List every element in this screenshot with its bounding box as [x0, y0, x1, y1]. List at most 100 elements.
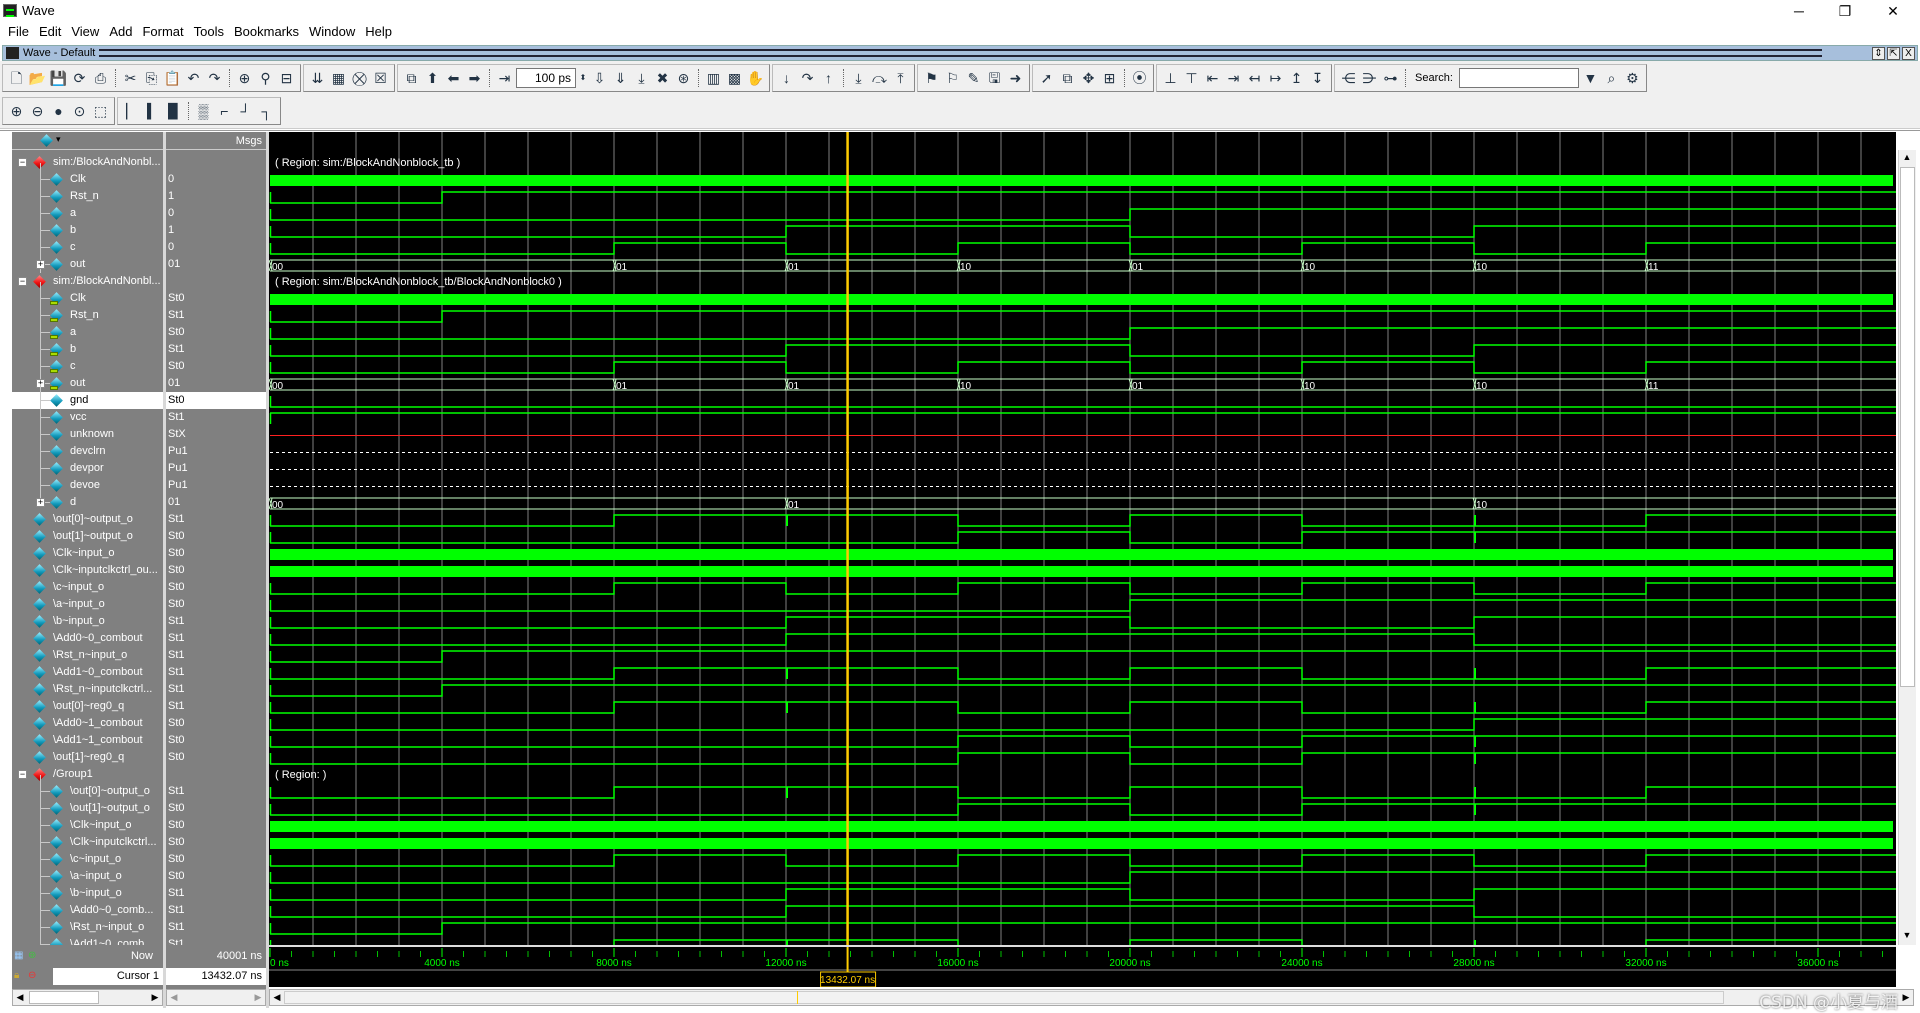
copy-icon[interactable]: ⎘: [142, 68, 161, 88]
pane-title-bar[interactable]: Wave - Default ⇕ ⇱ X: [2, 45, 1918, 61]
search-dropdown-icon[interactable]: ▼: [1581, 68, 1600, 88]
edge-yellow-icon[interactable]: ┐: [257, 101, 276, 121]
expand-net-icon[interactable]: ⊶: [1381, 68, 1400, 88]
run-length-icon[interactable]: ⇥: [495, 68, 514, 88]
signal-row[interactable]: devpor: [12, 452, 163, 477]
signal-row[interactable]: \out[0]~output_o: [12, 511, 163, 528]
collapse-icon[interactable]: ⊟: [277, 68, 296, 88]
signal-row[interactable]: Clk: [12, 163, 163, 188]
pane-undock-button[interactable]: ⇱: [1887, 46, 1900, 60]
expand-right-icon[interactable]: ⋺: [1360, 68, 1379, 88]
save-icon[interactable]: 💾: [49, 68, 68, 88]
run-icon[interactable]: ⇩: [590, 68, 609, 88]
signal-row[interactable]: unknown: [12, 418, 163, 443]
signal-row[interactable]: \Clk~inputclkctrl_ou...: [12, 562, 163, 579]
scroll-left-icon[interactable]: ◀: [270, 990, 284, 1005]
signal-row[interactable]: Rst_n: [12, 180, 163, 205]
next-falling-icon[interactable]: ↦: [1266, 68, 1285, 88]
signal-row[interactable]: \Add0~1_combout: [12, 715, 163, 732]
signal-row[interactable]: \out[1]~output_o: [12, 528, 163, 545]
prev-falling-icon[interactable]: ↤: [1245, 68, 1264, 88]
scroll-right-icon[interactable]: ▶: [251, 990, 265, 1005]
next-rising-icon[interactable]: ↧: [1308, 68, 1327, 88]
signal-row[interactable]: b: [12, 333, 163, 358]
select-pointer-icon[interactable]: ➚: [1037, 68, 1056, 88]
forward-icon[interactable]: ➡: [465, 68, 484, 88]
signal-row[interactable]: + out: [12, 248, 163, 273]
traffic-light-icon[interactable]: ⦿: [1130, 68, 1149, 88]
undo-icon[interactable]: ↶: [184, 68, 203, 88]
lock-icon[interactable]: 🔒︎: [14, 970, 19, 981]
continue-icon[interactable]: ⇓: [611, 68, 630, 88]
find-icon[interactable]: ⚲: [256, 68, 275, 88]
wave-palette-icon[interactable]: [40, 134, 53, 147]
signal-row[interactable]: \c~input_o: [12, 579, 163, 596]
search-input[interactable]: [1458, 68, 1579, 88]
signal-row[interactable]: Clk: [12, 282, 163, 307]
time-ruler[interactable]: 0 ns 4000 ns 8000 ns 12000 ns 16000 ns 20000 …: [269, 945, 1896, 987]
signal-row[interactable]: \out[1]~reg0_q: [12, 749, 163, 766]
signal-row[interactable]: devoe: [12, 469, 163, 494]
zoom-cursor-icon[interactable]: ⊙: [70, 101, 89, 121]
vertical-scrollbar[interactable]: ▲ ▼: [1898, 150, 1916, 945]
edge-dashed-icon[interactable]: ┘: [236, 101, 255, 121]
edit-mode-icon[interactable]: ⊞: [1100, 68, 1119, 88]
hand-icon[interactable]: ✋: [746, 68, 765, 88]
remove-cursor-icon[interactable]: ⊖: [28, 970, 36, 981]
collapse-icon[interactable]: −: [18, 277, 27, 286]
signal-row[interactable]: \b~input_o: [12, 613, 163, 630]
collapse-icon[interactable]: −: [18, 158, 27, 167]
open-folder-icon[interactable]: 📂: [28, 68, 47, 88]
run-length-spinner[interactable]: ⬍: [578, 68, 588, 88]
prev-rising-icon[interactable]: ↥: [1287, 68, 1306, 88]
signal-row[interactable]: c: [12, 231, 163, 256]
bookmark-goto-icon[interactable]: ➜: [1006, 68, 1025, 88]
reload-icon[interactable]: ⟳: [70, 68, 89, 88]
edge-rising-icon[interactable]: ⌐: [215, 101, 234, 121]
bookmark-edit-icon[interactable]: ✎: [964, 68, 983, 88]
zoom-area-icon[interactable]: ⬚: [91, 101, 110, 121]
scroll-left-icon[interactable]: ◀: [13, 990, 27, 1005]
signal-row[interactable]: \a~input_o: [12, 860, 163, 885]
menu-edit[interactable]: Edit: [35, 22, 67, 42]
paste-icon[interactable]: 📋: [163, 68, 182, 88]
names-hscroll[interactable]: ◀ ▶: [12, 989, 163, 1006]
cut-icon[interactable]: ✂: [121, 68, 140, 88]
group-row[interactable]: − /Group1: [12, 766, 163, 783]
signal-row[interactable]: b: [12, 214, 163, 239]
signal-row[interactable]: \out[0]~output_o: [12, 775, 163, 800]
signal-row[interactable]: + out: [12, 367, 163, 392]
bookmark-save-icon[interactable]: 🖫: [985, 68, 1004, 88]
signal-row[interactable]: \out[0]~reg0_q: [12, 698, 163, 715]
signal-row[interactable]: vcc: [12, 401, 163, 426]
cursor-name[interactable]: Cursor 1: [53, 968, 163, 985]
close-button[interactable]: ✕: [1870, 0, 1916, 22]
menu-view[interactable]: View: [67, 22, 105, 42]
up-icon[interactable]: ⬆: [423, 68, 442, 88]
chevron-down-icon[interactable]: ▾: [56, 134, 61, 145]
search-binoculars-icon[interactable]: ⌕: [1602, 68, 1621, 88]
simulate-icon[interactable]: ▦: [329, 68, 348, 88]
bookmark-add-icon[interactable]: ⚑: [922, 68, 941, 88]
pane-drag-handle[interactable]: [99, 49, 1822, 57]
zoom-out-icon[interactable]: ⊖: [28, 101, 47, 121]
restart-icon[interactable]: ⧉: [402, 68, 421, 88]
signal-row[interactable]: \Add1~0_comb...: [12, 928, 163, 945]
insert-cursor-icon[interactable]: ⊥: [1161, 68, 1180, 88]
expand-icon[interactable]: +: [36, 260, 45, 269]
step-over-down-icon[interactable]: ⤼: [870, 68, 889, 88]
signal-row[interactable]: \Rst_n~input_o: [12, 911, 163, 936]
signal-row[interactable]: \Clk~input_o: [12, 545, 163, 562]
profile-icon[interactable]: ▥: [704, 68, 723, 88]
scroll-left-icon[interactable]: ◀: [167, 990, 181, 1005]
menu-bookmarks[interactable]: Bookmarks: [230, 22, 305, 42]
step-out-icon[interactable]: ↑: [819, 68, 838, 88]
scroll-down-icon[interactable]: ▼: [1900, 928, 1914, 943]
step-into-icon[interactable]: ↓: [777, 68, 796, 88]
signal-row[interactable]: \Rst_n~input_o: [12, 647, 163, 664]
break-red-icon[interactable]: ⊛: [674, 68, 693, 88]
scroll-thumb[interactable]: [29, 991, 99, 1004]
next-transition-icon[interactable]: ⇥: [1224, 68, 1243, 88]
back-icon[interactable]: ⬅: [444, 68, 463, 88]
delete-cursor-icon[interactable]: ⊤: [1182, 68, 1201, 88]
